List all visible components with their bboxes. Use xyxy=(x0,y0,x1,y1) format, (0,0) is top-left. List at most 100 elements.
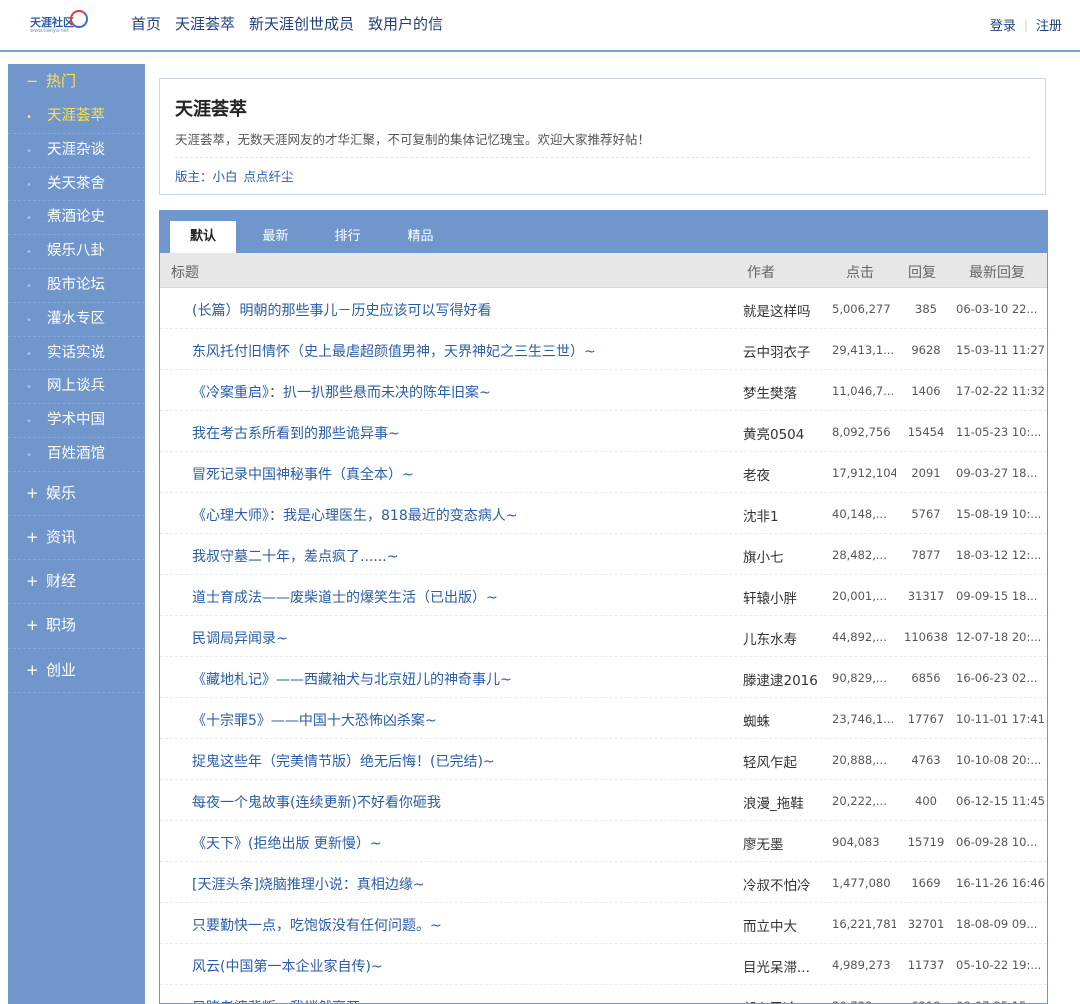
thread-author[interactable]: 轩辕小胖 xyxy=(743,587,833,607)
sidebar-group-label: 资讯 xyxy=(46,527,77,546)
thread-author[interactable]: 老夜 xyxy=(743,464,833,484)
sidebar-group[interactable]: + 创业 xyxy=(8,649,145,693)
thread-title[interactable]: 道士育成法——废柴道士的爆笑生活（已出版）~ xyxy=(192,587,732,607)
sidebar-group[interactable]: + 职场 xyxy=(8,604,145,649)
thread-title[interactable]: 民调局异闻录~ xyxy=(192,628,732,648)
thread-title[interactable]: 《冷案重启》：扒一扒那些悬而未决的陈年旧案~ xyxy=(192,382,732,402)
thread-title[interactable]: 风云(中国第一本企业家自传)~ xyxy=(192,956,732,976)
thread-last-reply: 10-11-01 17:41 xyxy=(956,712,1045,726)
sidebar-item[interactable]: • 学术中国 xyxy=(8,404,145,438)
bullet-icon: • xyxy=(26,213,32,225)
nav-home[interactable]: 首页 xyxy=(131,13,161,34)
thread-last-reply: 08-07-25 15... xyxy=(956,999,1046,1003)
col-clicks[interactable]: 点击 xyxy=(846,262,874,282)
tianya-logo[interactable]: 天涯社区 www.tianya.net xyxy=(30,10,88,38)
moderator-link[interactable]: 点点纤尘 xyxy=(244,169,294,184)
thread-clicks: 1,477,080 xyxy=(832,876,891,890)
thread-author[interactable]: 廖无墨 xyxy=(743,833,833,853)
thread-author[interactable]: 冷叔不怕冷 xyxy=(743,874,833,894)
sidebar-item-label: 娱乐八卦 xyxy=(47,243,105,260)
thread-title[interactable]: (长篇）明朝的那些事儿－历史应该可以写得好看 xyxy=(192,300,732,320)
col-author[interactable]: 作者 xyxy=(747,262,775,282)
bullet-icon: • xyxy=(26,314,32,326)
sidebar-group[interactable]: + 资讯 xyxy=(8,516,145,561)
thread-last-reply: 09-03-27 18... xyxy=(956,466,1038,480)
login-link[interactable]: 登录 xyxy=(990,15,1016,34)
thread-author[interactable]: 梦生樊落 xyxy=(743,382,833,402)
sidebar-item[interactable]: • 娱乐八卦 xyxy=(8,235,145,269)
top-header: 天涯社区 www.tianya.net 首页 天涯荟萃 新天涯创世成员 致用户的… xyxy=(0,0,1080,52)
thread-title[interactable]: 《心理大师》：我是心理医生，818最近的变态病人~ xyxy=(192,505,732,525)
thread-author[interactable]: 蜘蛛 xyxy=(743,710,833,730)
sidebar-item[interactable]: • 关天茶舍 xyxy=(8,168,145,202)
table-row: 冒死记录中国神秘事件（真全本）~ 老夜 17,912,104 2091 09-03-27… xyxy=(160,452,1047,493)
thread-author[interactable]: 轻风乍起 xyxy=(743,751,833,771)
thread-clicks: 8,092,756 xyxy=(832,425,891,439)
thread-replies: 9628 xyxy=(911,343,941,357)
table-row: (长篇）明朝的那些事儿－历史应该可以写得好看 就是这样吗 5,006,277 385 0… xyxy=(160,288,1047,329)
thread-clicks: 16,221,781 xyxy=(832,917,896,931)
logo-subtext: www.tianya.net xyxy=(30,28,69,34)
thread-title[interactable]: 目睹老婆背叛，我悄然离开~ xyxy=(192,997,732,1003)
thread-author[interactable]: 滕逮逮2016 xyxy=(743,669,833,689)
thread-title[interactable]: 冒死记录中国神秘事件（真全本）~ xyxy=(192,464,732,484)
divider xyxy=(175,157,1030,158)
thread-title[interactable]: 捉鬼这些年（完美情节版）绝无后悔！(已完结)~ xyxy=(192,751,732,771)
tab-latest[interactable]: 最新 xyxy=(248,221,303,253)
thread-title[interactable]: 每夜一个鬼故事(连续更新)不好看你砸我 xyxy=(192,792,732,812)
sidebar-item-label: 天涯荟萃 xyxy=(47,108,105,124)
thread-title[interactable]: 我叔守墓二十年，差点疯了......~ xyxy=(192,546,732,566)
thread-title[interactable]: 《藏地札记》——西藏袖犬与北京妞儿的神奇事儿~ xyxy=(192,669,732,689)
col-replies[interactable]: 回复 xyxy=(908,262,936,282)
thread-clicks: 40,148,... xyxy=(832,507,887,521)
thread-author[interactable]: 儿东水寿 xyxy=(743,628,833,648)
sidebar-item[interactable]: • 实话实说 xyxy=(8,337,145,371)
tab-featured[interactable]: 精品 xyxy=(393,221,448,253)
sidebar-item[interactable]: • 煮酒论史 xyxy=(8,201,145,236)
thread-author[interactable]: 而立中大 xyxy=(743,915,833,935)
thread-author[interactable]: 目光呆滞... xyxy=(743,956,833,976)
sidebar-group-label: 创业 xyxy=(46,660,77,679)
thread-title[interactable]: 《天下》(拒绝出版 更新慢）~ xyxy=(192,833,732,853)
thread-title[interactable]: 我在考古系所看到的那些诡异事~ xyxy=(192,423,732,443)
bullet-icon: • xyxy=(26,112,32,123)
nav-founders[interactable]: 新天涯创世成员 xyxy=(249,13,354,34)
thread-title[interactable]: 《十宗罪5》——中国十大恐怖凶杀案~ xyxy=(192,710,732,730)
moderator-link[interactable]: 小白 xyxy=(213,169,238,184)
sidebar-item[interactable]: • 灌水专区 xyxy=(8,303,145,337)
thread-replies: 385 xyxy=(915,302,937,316)
thread-author[interactable]: 云中羽衣子 xyxy=(743,341,833,361)
thread-author[interactable]: 沈非1 xyxy=(743,505,833,525)
sidebar-group[interactable]: + 娱乐 xyxy=(8,472,145,516)
sidebar-item[interactable]: • 股市论坛 xyxy=(8,269,145,303)
thread-author[interactable]: 旗小七 xyxy=(743,546,833,566)
thread-clicks: 20,001,... xyxy=(832,589,887,603)
col-last-reply[interactable]: 最新回复 xyxy=(969,262,1025,282)
thread-title[interactable]: 只要勤快一点，吃饱饭没有任何问题。~ xyxy=(192,915,732,935)
col-title[interactable]: 标题 xyxy=(171,262,199,282)
bullet-icon: • xyxy=(26,449,32,461)
sidebar-item[interactable]: • 网上谈兵 xyxy=(8,370,145,405)
sidebar-group-hot[interactable]: − 热门 xyxy=(8,64,145,100)
thread-replies: 11737 xyxy=(907,958,945,972)
nav-letter[interactable]: 致用户的信 xyxy=(368,13,443,34)
thread-author[interactable]: 就是这样吗 xyxy=(743,300,833,320)
thread-title[interactable]: [天涯头条]烧脑推理小说：真相边缘~ xyxy=(192,874,732,894)
table-row: 只要勤快一点，吃饱饭没有任何问题。~ 而立中大 16,221,781 32701 18-… xyxy=(160,903,1047,944)
register-link[interactable]: 注册 xyxy=(1036,15,1062,34)
sidebar-group[interactable]: + 财经 xyxy=(8,560,145,605)
thread-last-reply: 17-02-22 11:32 xyxy=(956,384,1045,398)
thread-author[interactable]: 浪漫_拖鞋 xyxy=(743,792,833,812)
board-info: 天涯荟萃 天涯荟萃，无数天涯网友的才华汇聚，不可复制的集体记忆瑰宝。欢迎大家推荐… xyxy=(159,78,1046,195)
thread-replies: 400 xyxy=(915,794,937,808)
thread-author[interactable]: 黄亮0504 xyxy=(743,423,833,443)
sidebar-item[interactable]: • 百姓酒馆 xyxy=(8,438,145,472)
sidebar-item[interactable]: • 天涯荟萃 xyxy=(8,100,145,134)
tab-default[interactable]: 默认 xyxy=(170,221,236,253)
sidebar-item[interactable]: • 天涯杂谈 xyxy=(8,134,145,168)
tab-ranking[interactable]: 排行 xyxy=(320,221,375,253)
board-description: 天涯荟萃，无数天涯网友的才华汇聚，不可复制的集体记忆瑰宝。欢迎大家推荐好帖！ xyxy=(175,132,651,147)
nav-tianya-huicui[interactable]: 天涯荟萃 xyxy=(175,13,235,34)
thread-author[interactable]: 郎心已冷 xyxy=(743,997,833,1003)
thread-title[interactable]: 东风托付旧情怀（史上最虐超颜值男神，天界神妃之三生三世）~ xyxy=(192,341,732,361)
